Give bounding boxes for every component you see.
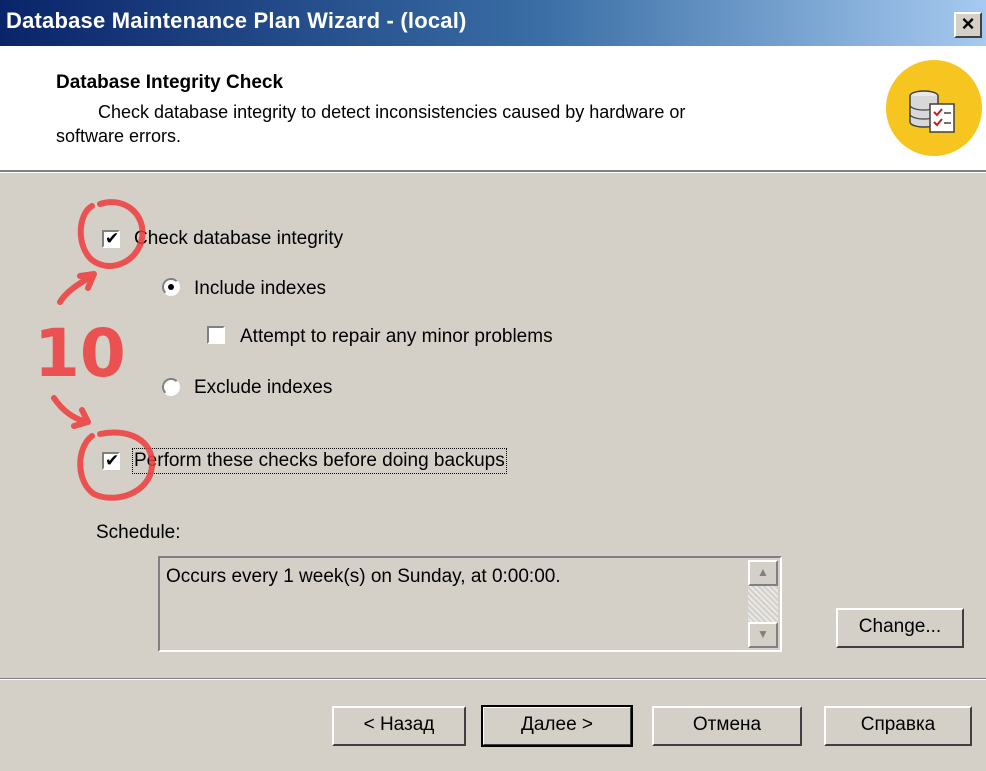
back-button[interactable]: < Назад [332, 706, 466, 746]
include-indexes-label[interactable]: Include indexes [194, 278, 326, 300]
include-indexes-radio[interactable] [162, 278, 180, 296]
page-title: Database Integrity Check [56, 72, 284, 93]
header-divider [0, 172, 986, 173]
database-checklist-icon [886, 60, 982, 156]
arrow-up-icon [57, 271, 97, 305]
checkmark-icon: ✔ [105, 229, 120, 248]
change-schedule-button[interactable]: Change... [836, 608, 964, 648]
attempt-repair-label[interactable]: Attempt to repair any minor problems [240, 326, 553, 348]
schedule-scrollbar[interactable]: ▲ ▼ [748, 560, 778, 648]
arrow-down-icon [51, 395, 91, 429]
schedule-label: Schedule: [96, 522, 181, 543]
attempt-repair-checkbox[interactable] [207, 326, 225, 344]
window-title: Database Maintenance Plan Wizard - (loca… [6, 8, 467, 33]
title-bar[interactable]: Database Maintenance Plan Wizard - (loca… [0, 0, 986, 46]
wizard-header: Database Integrity Check Check database … [0, 46, 986, 172]
schedule-textbox[interactable]: Occurs every 1 week(s) on Sunday, at 0:0… [158, 556, 782, 652]
exclude-indexes-radio[interactable] [162, 378, 180, 396]
close-button[interactable]: × [954, 12, 982, 38]
check-integrity-checkbox[interactable]: ✔ [102, 229, 120, 248]
before-backups-checkbox[interactable]: ✔ [102, 451, 120, 470]
cancel-button[interactable]: Отмена [652, 706, 802, 746]
wizard-dialog: Database Maintenance Plan Wizard - (loca… [0, 0, 986, 771]
scroll-up-button[interactable]: ▲ [748, 560, 778, 586]
next-button[interactable]: Далее > [481, 705, 633, 747]
exclude-indexes-label[interactable]: Exclude indexes [194, 377, 332, 399]
footer-divider [0, 678, 986, 680]
before-backups-label[interactable]: Perform these checks before doing backup… [132, 448, 507, 474]
annotation-number: 10 [34, 315, 126, 392]
check-integrity-label[interactable]: Check database integrity [134, 228, 343, 250]
radio-dot-icon [168, 284, 174, 290]
help-button[interactable]: Справка [824, 706, 972, 746]
scroll-down-button[interactable]: ▼ [748, 622, 778, 648]
schedule-description: Occurs every 1 week(s) on Sunday, at 0:0… [166, 566, 561, 587]
checkmark-icon: ✔ [105, 451, 120, 470]
description-line-1: Check database integrity to detect incon… [98, 102, 686, 122]
description-line-2: software errors. [56, 126, 182, 146]
page-description: Check database integrity to detect incon… [56, 100, 818, 148]
